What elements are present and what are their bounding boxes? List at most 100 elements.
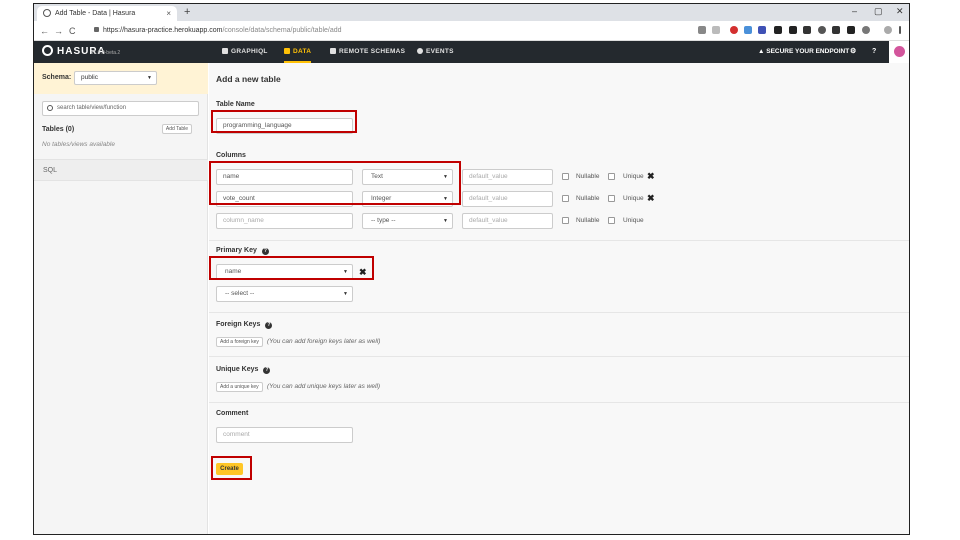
divider xyxy=(209,356,909,357)
column-default-input[interactable]: default_value xyxy=(462,213,553,229)
divider xyxy=(209,402,909,403)
column-type-value: -- type -- xyxy=(371,217,396,224)
profile-icon[interactable] xyxy=(884,26,892,34)
unique-label: Unique xyxy=(623,173,644,180)
nullable-checkbox[interactable] xyxy=(562,217,569,224)
database-icon xyxy=(284,48,290,54)
divider xyxy=(209,240,909,241)
page-title: Add a new table xyxy=(216,74,281,84)
nav-graphiql-label: GRAPHIQL xyxy=(231,48,268,55)
nav-remote-schemas[interactable]: REMOTE SCHEMAS xyxy=(330,41,405,63)
nullable-label: Nullable xyxy=(576,217,600,224)
unique-keys-label: Unique Keys? xyxy=(216,366,271,374)
column-type-select[interactable]: Text ▼ xyxy=(362,169,453,185)
menu-icon[interactable] xyxy=(899,26,901,34)
add-unique-key-button[interactable]: Add a unique key xyxy=(216,382,263,392)
column-type-value: Integer xyxy=(371,195,392,202)
browser-window: Add Table - Data | Hasura × + – ▢ ✕ ← → … xyxy=(33,3,910,535)
close-window-button[interactable]: ✕ xyxy=(896,4,904,19)
primary-key-select[interactable]: name ▼ xyxy=(216,264,353,280)
address-bar-row: ← → C https://hasura-practice.herokuapp.… xyxy=(34,21,909,41)
schema-select[interactable]: public ▼ xyxy=(74,71,157,85)
column-name-input[interactable]: name xyxy=(216,169,353,185)
extension-icon[interactable] xyxy=(832,26,840,34)
tables-count-label: Tables (0) xyxy=(42,126,75,133)
remove-column-icon[interactable]: ✖ xyxy=(647,193,655,203)
column-type-select[interactable]: -- type -- ▼ xyxy=(362,213,453,229)
column-default-input[interactable]: default_value xyxy=(462,191,553,207)
maximize-button[interactable]: ▢ xyxy=(874,4,883,19)
help-icon[interactable]: ? xyxy=(261,248,269,255)
add-table-button[interactable]: Add Table xyxy=(162,124,192,134)
nullable-checkbox[interactable] xyxy=(562,173,569,180)
secure-endpoint-link[interactable]: ▲ SECURE YOUR ENDPOINT xyxy=(758,41,849,63)
reload-button[interactable]: C xyxy=(69,24,76,38)
table-name-input[interactable]: programming_language xyxy=(216,118,353,134)
nullable-label: Nullable xyxy=(576,173,600,180)
columns-label: Columns xyxy=(216,152,246,159)
primary-key-label: Primary Key? xyxy=(216,247,269,255)
help-icon[interactable]: ? xyxy=(265,322,273,329)
column-name-input[interactable]: column_name xyxy=(216,213,353,229)
nav-data-label: DATA xyxy=(293,48,312,55)
new-tab-button[interactable]: + xyxy=(184,4,190,21)
extension-icon[interactable] xyxy=(789,26,797,34)
sidebar: Schema: public ▼ search table/view/funct… xyxy=(34,63,208,534)
forward-button[interactable]: → xyxy=(54,24,63,38)
sidebar-item-sql[interactable]: SQL xyxy=(34,159,208,181)
foreign-keys-hint: (You can add foreign keys later as well) xyxy=(267,338,381,345)
divider xyxy=(209,312,909,313)
flask-icon xyxy=(222,48,228,54)
create-button[interactable]: Create xyxy=(216,463,243,475)
caret-down-icon: ▼ xyxy=(343,269,348,275)
comment-input[interactable]: comment xyxy=(216,427,353,443)
add-foreign-key-button[interactable]: Add a foreign key xyxy=(216,337,263,347)
caret-down-icon: ▼ xyxy=(443,196,448,202)
extension-icon[interactable] xyxy=(862,26,870,34)
column-default-input[interactable]: default_value xyxy=(462,169,553,185)
remove-column-icon[interactable]: ✖ xyxy=(647,171,655,181)
help-icon[interactable]: ? xyxy=(872,41,876,63)
extension-icon[interactable] xyxy=(818,26,826,34)
unique-keys-hint: (You can add unique keys later as well) xyxy=(267,383,381,390)
hasura-logo-icon xyxy=(42,45,53,56)
extension-icon[interactable] xyxy=(774,26,782,34)
back-button[interactable]: ← xyxy=(40,24,49,38)
table-search-input[interactable]: search table/view/function xyxy=(42,101,199,116)
heart-icon xyxy=(894,46,905,57)
nav-remote-schemas-label: REMOTE SCHEMAS xyxy=(339,48,406,55)
extension-icon[interactable] xyxy=(847,26,855,34)
tab-close-icon[interactable]: × xyxy=(166,6,171,21)
translate-icon[interactable] xyxy=(698,26,706,34)
caret-down-icon: ▼ xyxy=(443,174,448,180)
search-placeholder: search table/view/function xyxy=(57,105,127,111)
unique-checkbox[interactable] xyxy=(608,217,615,224)
unique-keys-label-text: Unique Keys xyxy=(216,366,259,373)
nullable-checkbox[interactable] xyxy=(562,195,569,202)
primary-key-select[interactable]: -- select -- ▼ xyxy=(216,286,353,302)
remove-primary-key-icon[interactable]: ✖ xyxy=(359,267,367,277)
foreign-keys-label-text: Foreign Keys xyxy=(216,321,261,328)
extension-icon[interactable] xyxy=(758,26,766,34)
nav-data[interactable]: DATA xyxy=(284,41,312,63)
settings-icon[interactable]: ⚙ xyxy=(850,41,856,63)
unique-checkbox[interactable] xyxy=(608,173,615,180)
star-icon[interactable] xyxy=(712,26,720,34)
unique-checkbox[interactable] xyxy=(608,195,615,202)
extension-icon[interactable] xyxy=(744,26,752,34)
globe-icon xyxy=(43,9,51,17)
url-field[interactable]: https://hasura-practice.herokuapp.com/co… xyxy=(94,24,342,38)
browser-tab[interactable]: Add Table - Data | Hasura × xyxy=(37,6,177,21)
help-icon[interactable]: ? xyxy=(263,367,271,374)
extension-icon[interactable] xyxy=(803,26,811,34)
primary-key-empty: -- select -- xyxy=(225,290,255,297)
nav-graphiql[interactable]: GRAPHIQL xyxy=(222,41,268,63)
minimize-button[interactable]: – xyxy=(852,4,857,19)
column-name-input[interactable]: vote_count xyxy=(216,191,353,207)
column-type-select[interactable]: Integer ▼ xyxy=(362,191,453,207)
caret-down-icon: ▼ xyxy=(147,75,152,81)
cloud-icon xyxy=(417,48,423,54)
nav-events[interactable]: EVENTS xyxy=(417,41,454,63)
community-button[interactable] xyxy=(889,41,909,63)
extension-icon[interactable] xyxy=(730,26,738,34)
